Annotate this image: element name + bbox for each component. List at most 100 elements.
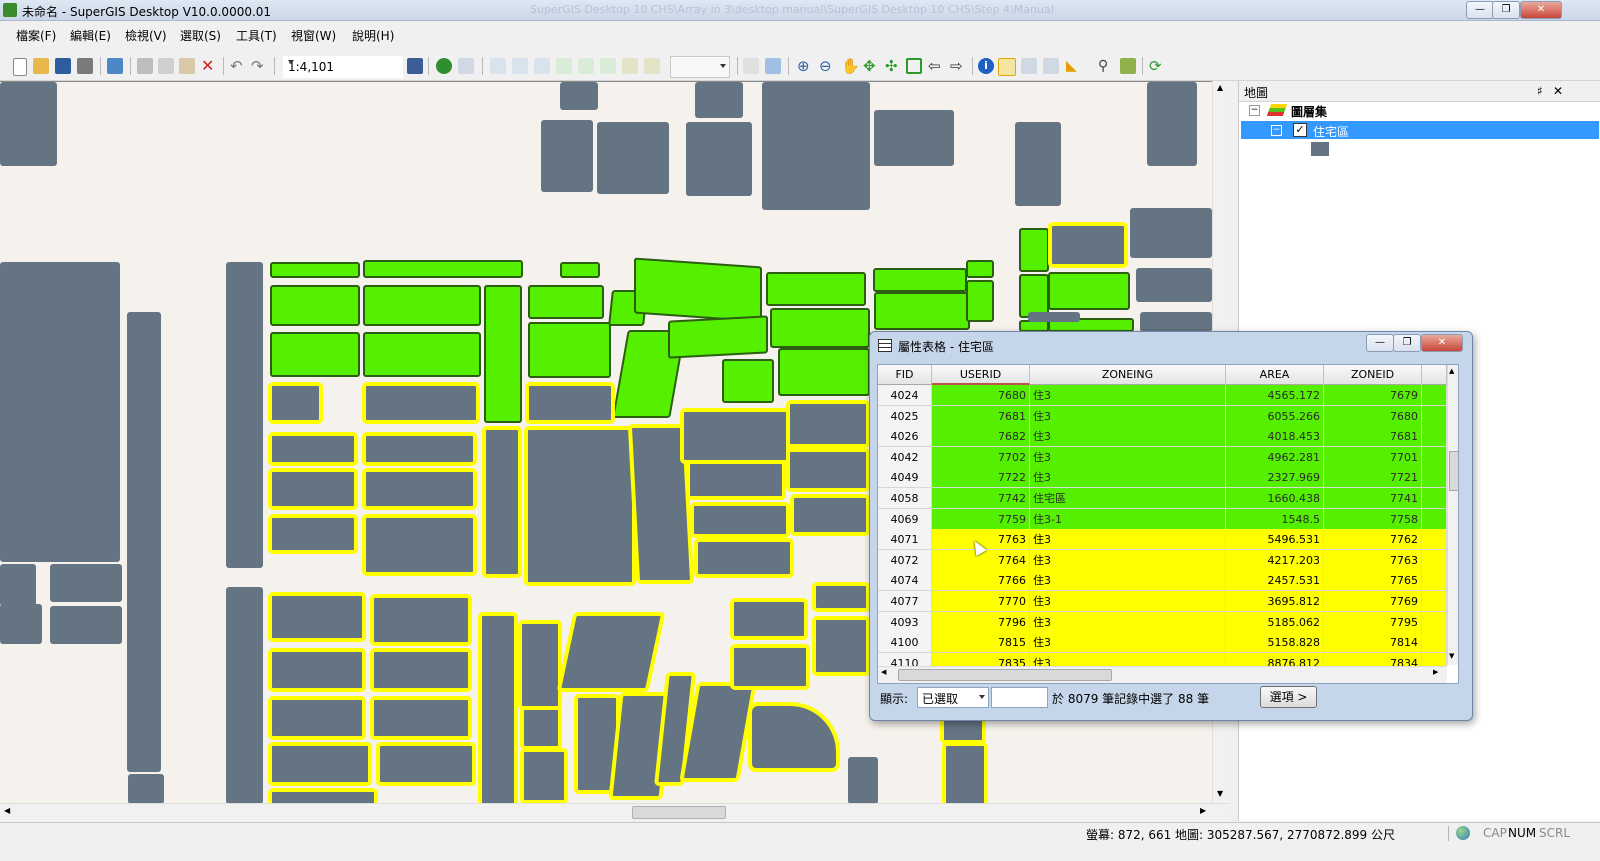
close-button[interactable]: ✕ (1520, 1, 1562, 19)
select-features-icon[interactable] (998, 58, 1016, 76)
cell-fid[interactable]: 4077 (878, 591, 932, 612)
refresh-icon[interactable]: ⟳ (1149, 58, 1165, 74)
new-icon[interactable] (13, 58, 27, 76)
menu-help[interactable]: 說明(H) (352, 27, 394, 44)
cell-zoneid[interactable]: 7681 (1324, 426, 1422, 448)
layer-group-label[interactable]: 圖層集 (1291, 103, 1327, 120)
cell-zone[interactable]: 住3 (1030, 426, 1226, 448)
grid-vertical-scrollbar[interactable]: ▲ ▼ (1447, 365, 1458, 665)
open-icon[interactable] (33, 58, 49, 74)
cell-fid[interactable]: 4071 (878, 529, 932, 551)
save-icon[interactable] (55, 58, 71, 74)
context-help-icon[interactable] (458, 58, 474, 74)
cut-icon[interactable] (137, 58, 153, 74)
zoom-in-icon[interactable]: ⊕ (797, 58, 813, 74)
cell-zone[interactable]: 住3 (1030, 652, 1226, 666)
column-header-area[interactable]: AREA (1226, 365, 1324, 385)
zoom-page-icon[interactable] (534, 58, 550, 74)
table-row[interactable]: 4093 7796 住3 5185.062 7795 (878, 611, 1447, 633)
cell-area[interactable]: 4217.203 (1226, 549, 1324, 571)
cell-fid[interactable]: 4093 (878, 611, 932, 633)
collapse-icon[interactable]: − (1271, 125, 1282, 136)
column-header-userid[interactable]: USERID (932, 365, 1030, 385)
dialog-minimize-button[interactable]: — (1366, 334, 1394, 352)
cell-filler[interactable] (1422, 446, 1447, 468)
cell-userid[interactable]: 7770 (932, 591, 1030, 612)
cell-area[interactable]: 4962.281 (1226, 446, 1324, 468)
toggle-layout-icon[interactable] (743, 58, 759, 74)
cell-fid[interactable]: 4072 (878, 549, 932, 571)
cell-area[interactable]: 1660.438 (1226, 488, 1324, 509)
copy-icon[interactable] (158, 58, 174, 74)
cell-filler[interactable] (1422, 591, 1447, 612)
help-icon[interactable] (436, 58, 452, 74)
python-icon[interactable] (407, 58, 423, 74)
cell-userid[interactable]: 7815 (932, 632, 1030, 654)
cell-userid[interactable]: 7680 (932, 385, 1030, 406)
menu-file[interactable]: 檔案(F) (16, 27, 56, 44)
cell-zone[interactable]: 住3 (1030, 405, 1226, 427)
cell-filler[interactable] (1422, 652, 1447, 666)
cell-area[interactable]: 4018.453 (1226, 426, 1324, 448)
attribute-grid[interactable]: FID USERID ZONEING AREA ZONEID 4024 7680 住… (877, 364, 1459, 684)
cell-area[interactable]: 5496.531 (1226, 529, 1324, 551)
options-button[interactable]: 選項 > (1260, 686, 1317, 708)
cell-filler[interactable] (1422, 508, 1447, 530)
table-row[interactable]: 4110 7835 住3 8876.812 7834 (878, 652, 1447, 666)
show-select[interactable]: 已選取 (917, 687, 989, 708)
cell-zoneid[interactable]: 7834 (1324, 652, 1422, 666)
column-header-zoneid[interactable]: ZONEID (1324, 365, 1422, 385)
cell-zone[interactable]: 住3 (1030, 446, 1226, 468)
cell-filler[interactable] (1422, 426, 1447, 448)
cell-zone[interactable]: 住3 (1030, 591, 1226, 612)
layer-label[interactable]: 住宅區 (1313, 123, 1349, 140)
cell-userid[interactable]: 7702 (932, 446, 1030, 468)
identify-icon[interactable]: i (978, 58, 994, 74)
cell-filler[interactable] (1422, 405, 1447, 427)
collapse-icon[interactable]: − (1249, 105, 1260, 116)
cell-fid[interactable]: 4100 (878, 632, 932, 654)
cell-userid[interactable]: 7796 (932, 611, 1030, 633)
column-header-zoneing[interactable]: ZONEING (1030, 365, 1226, 385)
pin-icon[interactable]: ♯ (1537, 84, 1543, 98)
zoom-whole-page-icon[interactable] (556, 58, 572, 74)
grid-hscroll-thumb[interactable] (898, 669, 1112, 681)
table-row[interactable]: 4069 7759 住3-1 1548.5 7758 (878, 508, 1447, 530)
panel-close-icon[interactable]: ✕ (1553, 84, 1563, 98)
cell-fid[interactable]: 4024 (878, 385, 932, 406)
pan-page-icon[interactable] (600, 58, 616, 74)
table-row[interactable]: 4049 7722 住3 2327.969 7721 (878, 467, 1447, 489)
cell-zone[interactable]: 住3 (1030, 385, 1226, 406)
cell-filler[interactable] (1422, 529, 1447, 551)
cell-fid[interactable]: 4110 (878, 652, 932, 666)
cell-zoneid[interactable]: 7721 (1324, 467, 1422, 489)
table-row[interactable]: 4025 7681 住3 6055.266 7680 (878, 405, 1447, 427)
cell-zoneid[interactable]: 7680 (1324, 405, 1422, 427)
cell-zoneid[interactable]: 7769 (1324, 591, 1422, 612)
scroll-right-icon[interactable]: ▶ (1200, 806, 1206, 815)
cell-zone[interactable]: 住3 (1030, 529, 1226, 551)
cell-fid[interactable]: 4026 (878, 426, 932, 448)
pan-hand-icon[interactable]: ✋ (841, 58, 860, 74)
cell-zoneid[interactable]: 7765 (1324, 570, 1422, 592)
zoom-100-icon[interactable] (578, 58, 594, 74)
cell-zone[interactable]: 住3 (1030, 467, 1226, 489)
cell-area[interactable]: 6055.266 (1226, 405, 1324, 427)
grid-icon[interactable] (1120, 58, 1136, 74)
menu-edit[interactable]: 編輯(E) (70, 27, 111, 44)
cell-userid[interactable]: 7835 (932, 652, 1030, 666)
cell-filler[interactable] (1422, 549, 1447, 571)
table-row[interactable]: 4077 7770 住3 3695.812 7769 (878, 591, 1447, 612)
cell-filler[interactable] (1422, 488, 1447, 509)
cell-fid[interactable]: 4069 (878, 508, 932, 530)
menu-tools[interactable]: 工具(T) (236, 27, 277, 44)
cell-fid[interactable]: 4049 (878, 467, 932, 489)
grid-scroll-thumb[interactable] (1449, 451, 1458, 491)
cell-fid[interactable]: 4058 (878, 488, 932, 509)
cell-zoneid[interactable]: 7762 (1324, 529, 1422, 551)
previous-extent-icon[interactable]: ⇦ (928, 58, 944, 74)
scroll-right-icon[interactable]: ▶ (1433, 668, 1438, 676)
table-row[interactable]: 4072 7764 住3 4217.203 7763 (878, 549, 1447, 571)
table-row[interactable]: 4100 7815 住3 5158.828 7814 (878, 632, 1447, 654)
fixed-zoom-in-icon[interactable] (490, 58, 506, 74)
